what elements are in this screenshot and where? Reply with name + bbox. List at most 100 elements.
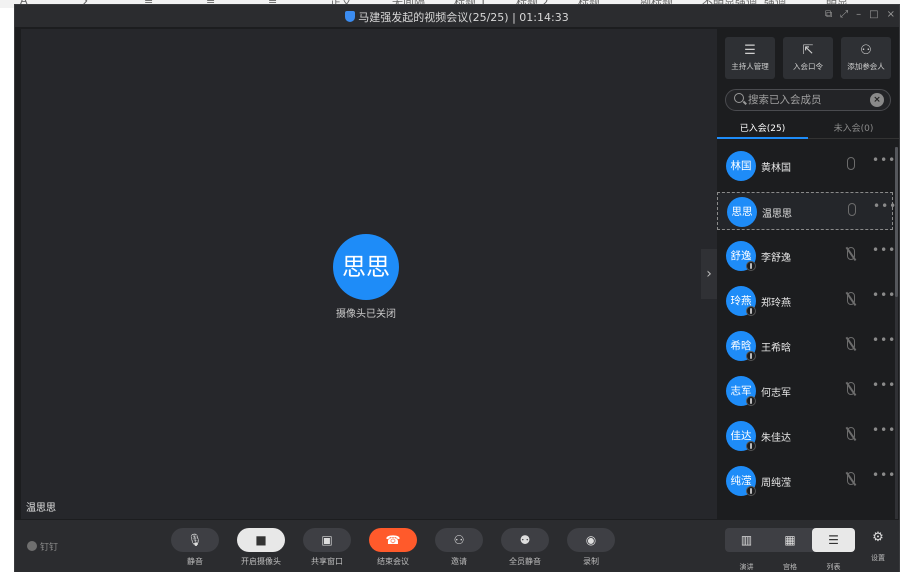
close-icon[interactable]: × xyxy=(887,10,895,20)
camera-off-icon: ■ xyxy=(237,528,285,552)
start-camera-button[interactable]: ■ 开启摄像头 xyxy=(237,528,285,567)
share-window-icon: ▣ xyxy=(303,528,351,552)
more-options-icon[interactable]: ••• xyxy=(872,153,896,167)
dingtalk-logo-icon xyxy=(27,541,37,551)
grid-view-button[interactable]: ▦ xyxy=(769,528,812,552)
more-options-icon[interactable]: ••• xyxy=(872,333,896,347)
meeting-title: 马建强发起的视频会议(25/25) xyxy=(358,11,509,24)
member-row[interactable]: 舒逸 李舒逸 ••• xyxy=(717,237,896,275)
muted-badge-icon xyxy=(746,486,756,496)
mic-off-icon[interactable] xyxy=(847,427,855,440)
list-view-icon: ☰ xyxy=(828,533,839,547)
more-options-icon[interactable]: ••• xyxy=(872,288,896,302)
tab-not-joined[interactable]: 未入会(0) xyxy=(808,121,899,134)
pin-label: 钉钉 xyxy=(40,543,59,553)
mic-off-icon[interactable] xyxy=(847,247,855,260)
mute-button[interactable]: 🎙 静音 xyxy=(171,528,219,567)
background-edge xyxy=(0,8,14,48)
add-user-icon: ⚇ xyxy=(860,43,872,58)
member-row[interactable]: 佳达 朱佳达 ••• xyxy=(717,417,896,455)
speaker-view-icon: ▥ xyxy=(740,533,753,547)
add-participant-button[interactable]: ⚇ 添加参会人 xyxy=(841,37,891,79)
pin-branding: 钉钉 xyxy=(27,540,58,553)
maximize-icon[interactable]: □ xyxy=(869,10,878,20)
control-label: 开启摄像头 xyxy=(241,557,281,566)
record-button[interactable]: ◉ 录制 xyxy=(567,528,615,567)
window-title: 马建强发起的视频会议(25/25) | 01:14:33 xyxy=(15,9,899,25)
speaker-view-button[interactable]: ▥ xyxy=(725,528,768,552)
invite-button[interactable]: ⚇ 邀请 xyxy=(435,528,483,567)
button-label: 主持人管理 xyxy=(731,62,769,71)
member-tabs: 已入会(25) 未入会(0) xyxy=(717,115,899,139)
share-window-button[interactable]: ▣ 共享窗口 xyxy=(303,528,351,567)
view-label: 演讲 xyxy=(739,563,754,571)
member-row[interactable]: 志军 何志军 ••• xyxy=(717,372,896,410)
control-label: 共享窗口 xyxy=(311,557,343,566)
more-options-icon[interactable]: ••• xyxy=(873,199,897,213)
window-controls: ⧉ ⤢ – □ × xyxy=(825,10,895,20)
member-row[interactable]: 纯滢 周纯滢 ••• xyxy=(717,462,896,500)
scrollbar-thumb[interactable] xyxy=(895,147,898,297)
member-name: 王希晗 xyxy=(761,343,791,354)
speaker-avatar: 思思 xyxy=(333,234,399,300)
muted-badge-icon xyxy=(746,306,756,316)
member-name: 黄林国 xyxy=(761,163,791,174)
restore-icon[interactable]: ⧉ xyxy=(825,10,832,20)
settings-button[interactable]: ⚙ 设置 xyxy=(867,530,889,563)
record-icon: ◉ xyxy=(567,528,615,552)
mic-off-icon[interactable] xyxy=(847,292,855,305)
mute-all-icon: ⚉ xyxy=(501,528,549,552)
member-row[interactable]: 思思 温思思 ••• xyxy=(717,192,896,230)
search-icon xyxy=(734,93,744,103)
share-icon: ⇱ xyxy=(802,43,814,58)
view-label: 宫格 xyxy=(783,563,797,571)
mute-all-button[interactable]: ⚉ 全员静音 xyxy=(501,528,549,567)
meeting-timer: 01:14:33 xyxy=(519,11,569,24)
view-switcher: ▥ ▦ ☰ xyxy=(725,528,855,552)
control-label: 邀请 xyxy=(451,557,467,566)
more-options-icon[interactable]: ••• xyxy=(872,423,896,437)
member-panel: ☰ 主持人管理 ⇱ 入会口令 ⚇ 添加参会人 × 已入会(25) 未入会(0) 林国黄林国… xyxy=(717,29,899,521)
button-label: 入会口令 xyxy=(793,62,823,71)
video-stage[interactable]: 思思 摄像头已关闭 温思思 › xyxy=(21,29,717,519)
member-name: 温思思 xyxy=(762,209,792,220)
list-view-button[interactable]: ☰ xyxy=(812,528,855,552)
member-avatar: 林国 xyxy=(726,151,756,181)
member-name: 朱佳达 xyxy=(761,433,791,444)
member-avatar: 思思 xyxy=(727,197,757,227)
member-name: 周纯滢 xyxy=(761,478,791,489)
more-options-icon[interactable]: ••• xyxy=(872,378,896,392)
muted-badge-icon xyxy=(746,441,756,451)
end-meeting-button[interactable]: ☎ 结束会议 xyxy=(369,528,417,567)
meeting-window: 马建强发起的视频会议(25/25) | 01:14:33 ⧉ ⤢ – □ × 思… xyxy=(14,4,900,572)
grid-view-icon: ▦ xyxy=(784,533,796,547)
more-options-icon[interactable]: ••• xyxy=(872,243,896,257)
member-list-scrollbar[interactable] xyxy=(895,147,898,519)
more-options-icon[interactable]: ••• xyxy=(872,468,896,482)
search-input[interactable] xyxy=(748,93,868,107)
member-row[interactable]: 希晗 王希晗 ••• xyxy=(717,327,896,365)
tab-joined[interactable]: 已入会(25) xyxy=(717,121,808,134)
host-management-button[interactable]: ☰ 主持人管理 xyxy=(725,37,775,79)
mic-off-icon[interactable] xyxy=(847,337,855,350)
control-label: 静音 xyxy=(187,557,203,566)
hang-up-icon: ☎ xyxy=(369,528,417,552)
speaker-name: 温思思 xyxy=(26,503,56,514)
member-row[interactable]: 林国 黄林国 ••• xyxy=(717,147,896,185)
meeting-password-button[interactable]: ⇱ 入会口令 xyxy=(783,37,833,79)
clear-search-icon[interactable]: × xyxy=(870,93,884,107)
control-label: 结束会议 xyxy=(377,557,409,566)
active-tab-underline xyxy=(717,137,808,139)
mic-off-icon[interactable] xyxy=(847,382,855,395)
member-name: 郑玲燕 xyxy=(761,298,791,309)
minimize-icon[interactable]: – xyxy=(856,10,861,20)
member-search[interactable]: × xyxy=(725,89,891,111)
settings-label: 设置 xyxy=(871,554,885,562)
mic-off-icon[interactable] xyxy=(847,472,855,485)
microphone-icon: 🎙 xyxy=(171,528,219,552)
microphone-icon[interactable] xyxy=(848,203,856,216)
member-row[interactable]: 玲燕 郑玲燕 ••• xyxy=(717,282,896,320)
fullscreen-icon[interactable]: ⤢ xyxy=(840,10,848,20)
microphone-icon[interactable] xyxy=(847,157,855,170)
collapse-panel-button[interactable]: › xyxy=(701,249,717,299)
